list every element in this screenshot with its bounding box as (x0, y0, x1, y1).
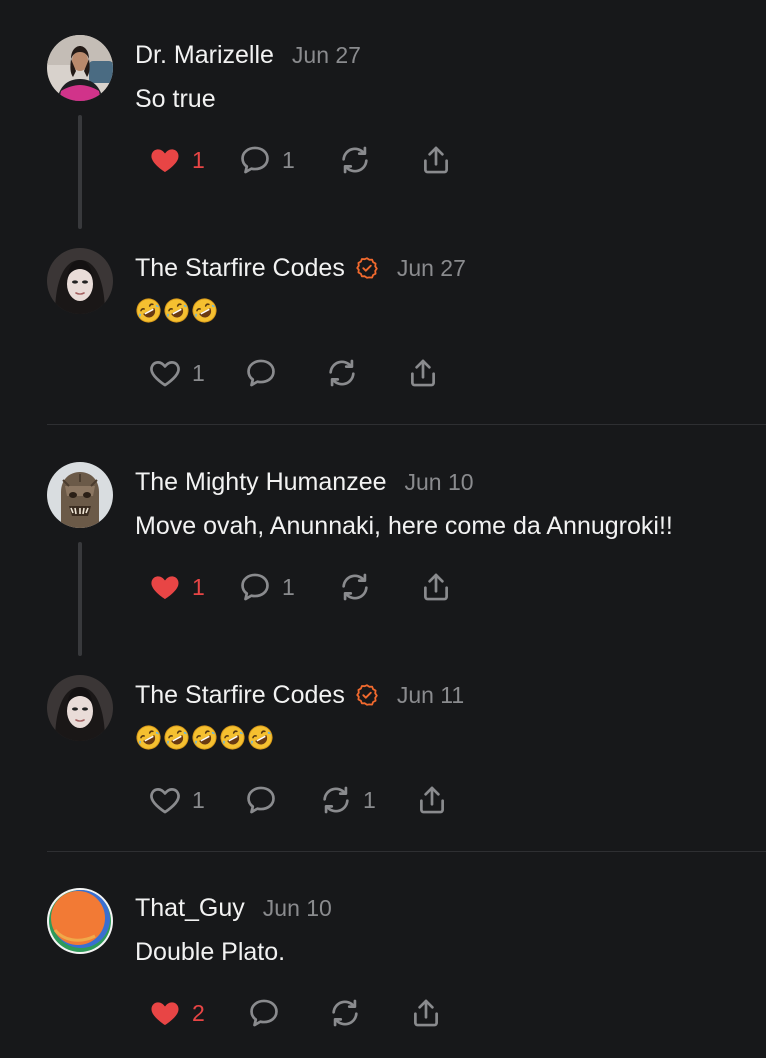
rolling-on-floor-laughing-emoji (219, 724, 246, 751)
restack-button[interactable] (325, 356, 359, 390)
restack-icon (338, 570, 372, 604)
author-name[interactable]: The Starfire Codes (135, 254, 345, 283)
share-icon (409, 996, 443, 1030)
like-count: 1 (192, 359, 205, 386)
comment-button[interactable] (247, 996, 281, 1030)
rolling-on-floor-laughing-emoji (163, 724, 190, 751)
restack-icon (338, 143, 372, 177)
author-name[interactable]: The Mighty Humanzee (135, 468, 387, 497)
like-count: 2 (192, 999, 205, 1026)
comment-bubble-icon (244, 783, 278, 817)
share-button[interactable] (419, 143, 453, 177)
share-button[interactable] (409, 996, 443, 1030)
share-icon (406, 356, 440, 390)
restack-icon (328, 996, 362, 1030)
share-button[interactable] (415, 783, 449, 817)
comment-bubble-icon (238, 143, 272, 177)
thread-line (78, 115, 82, 229)
author-name[interactable]: That_Guy (135, 894, 245, 923)
restack-button[interactable] (328, 996, 362, 1030)
like-count: 1 (192, 146, 205, 173)
avatar[interactable] (47, 462, 113, 528)
comment-text (135, 297, 218, 324)
comment-bubble-icon (244, 356, 278, 390)
comment-text: So true (135, 85, 216, 113)
heart-icon (148, 570, 182, 604)
comment-button[interactable]: 1 (238, 143, 295, 177)
rolling-on-floor-laughing-emoji (135, 297, 162, 324)
rolling-on-floor-laughing-emoji (191, 724, 218, 751)
restack-button[interactable]: 1 (319, 783, 376, 817)
heart-icon (148, 356, 182, 390)
thread-divider (47, 424, 766, 425)
comment-bubble-icon (247, 996, 281, 1030)
comment-bubble-icon (238, 570, 272, 604)
avatar[interactable] (47, 35, 113, 101)
avatar[interactable] (47, 248, 113, 314)
comment-text (135, 724, 274, 751)
heart-icon (148, 783, 182, 817)
rolling-on-floor-laughing-emoji (191, 297, 218, 324)
avatar[interactable] (47, 888, 113, 954)
comment-count: 1 (282, 573, 295, 600)
restack-button[interactable] (338, 570, 372, 604)
verified-check-icon (355, 256, 379, 280)
restack-icon (319, 783, 353, 817)
comment-button[interactable] (244, 783, 278, 817)
like-button[interactable]: 1 (148, 143, 205, 177)
share-icon (419, 570, 453, 604)
share-icon (415, 783, 449, 817)
rolling-on-floor-laughing-emoji (135, 724, 162, 751)
comment-text: Move ovah, Anunnaki, here come da Annugr… (135, 512, 673, 540)
comment-button[interactable]: 1 (238, 570, 295, 604)
like-button[interactable]: 1 (148, 783, 205, 817)
share-button[interactable] (406, 356, 440, 390)
heart-icon (148, 996, 182, 1030)
post-date[interactable]: Jun 10 (263, 895, 332, 922)
thread-divider (47, 851, 766, 852)
share-icon (419, 143, 453, 177)
restack-button[interactable] (338, 143, 372, 177)
post-date[interactable]: Jun 27 (292, 42, 361, 69)
rolling-on-floor-laughing-emoji (163, 297, 190, 324)
author-name[interactable]: Dr. Marizelle (135, 41, 274, 70)
rolling-on-floor-laughing-emoji (247, 724, 274, 751)
thread-line (78, 542, 82, 656)
heart-icon (148, 143, 182, 177)
like-count: 1 (192, 573, 205, 600)
restack-count: 1 (363, 786, 376, 813)
like-button[interactable]: 1 (148, 570, 205, 604)
share-button[interactable] (419, 570, 453, 604)
post-date[interactable]: Jun 10 (405, 469, 474, 496)
author-name[interactable]: The Starfire Codes (135, 681, 345, 710)
restack-icon (325, 356, 359, 390)
comment-button[interactable] (244, 356, 278, 390)
like-button[interactable]: 2 (148, 996, 205, 1030)
comment-text: Double Plato. (135, 938, 286, 966)
avatar[interactable] (47, 675, 113, 741)
post-date[interactable]: Jun 27 (397, 255, 466, 282)
verified-check-icon (355, 683, 379, 707)
like-count: 1 (192, 786, 205, 813)
like-button[interactable]: 1 (148, 356, 205, 390)
comment-count: 1 (282, 146, 295, 173)
post-date[interactable]: Jun 11 (397, 682, 464, 709)
